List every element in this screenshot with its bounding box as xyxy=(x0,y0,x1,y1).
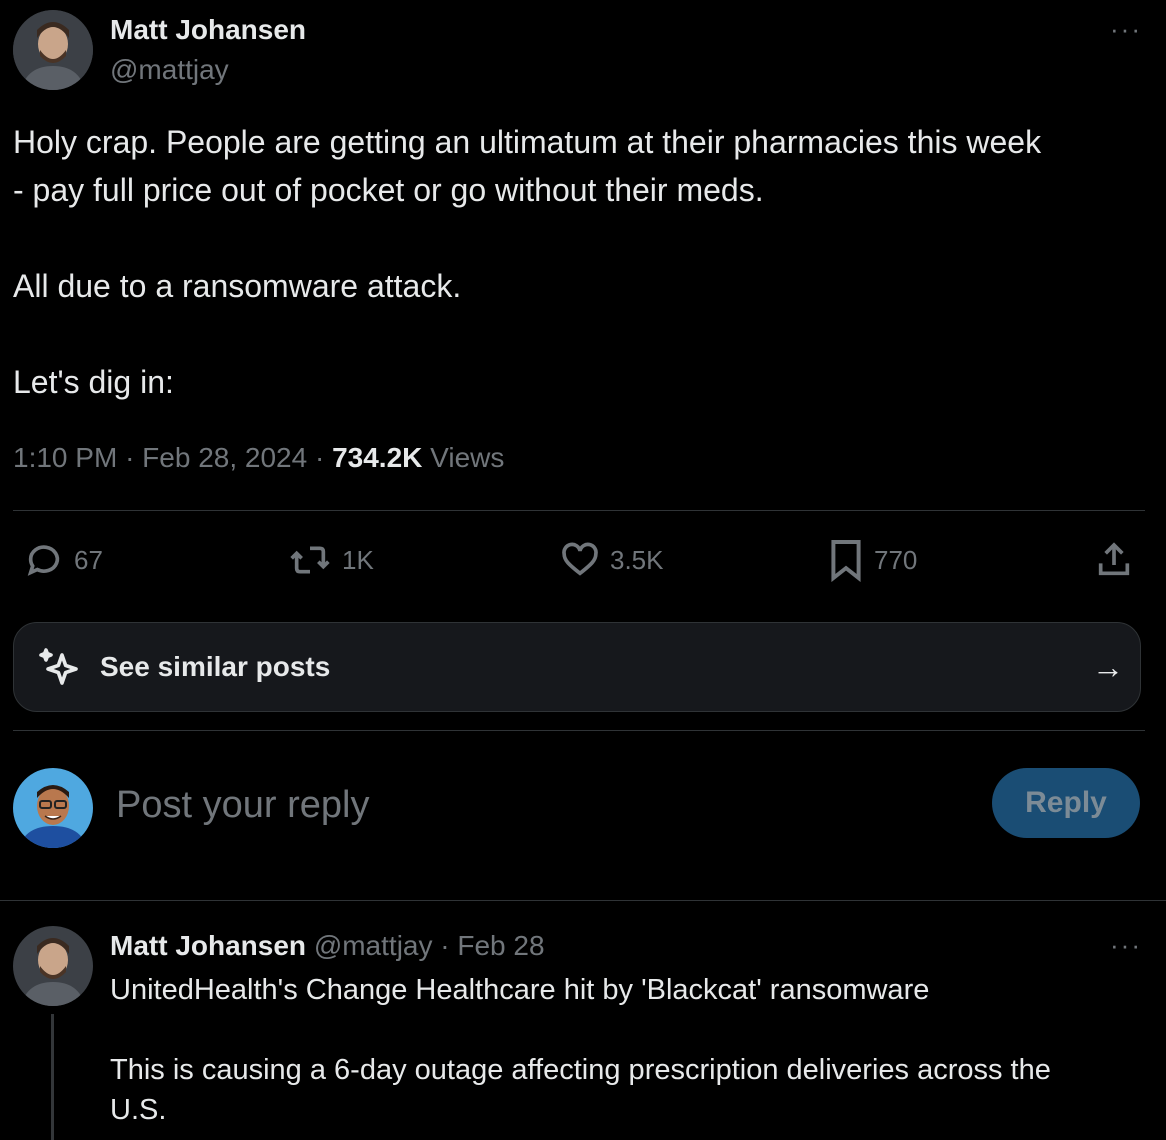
reply-count: 67 xyxy=(74,544,103,575)
author-handle[interactable]: @mattjay xyxy=(110,54,229,86)
sparkle-icon xyxy=(39,648,78,685)
reply-input[interactable] xyxy=(114,776,978,834)
reply-more-options-icon[interactable]: ··· xyxy=(1110,930,1142,961)
repost-count: 1K xyxy=(342,544,374,575)
divider xyxy=(0,900,1166,901)
views-label: Views xyxy=(430,442,505,473)
tweet-meta: 1:10 PM · Feb 28, 2024 · 734.2K Views xyxy=(13,442,504,474)
heart-icon xyxy=(562,542,598,576)
reply-button[interactable]: Reply xyxy=(992,768,1140,838)
reply-author-name[interactable]: Matt Johansen xyxy=(110,930,306,961)
divider xyxy=(13,510,1145,511)
arrow-right-icon: → xyxy=(1092,649,1124,685)
meta-separator: · xyxy=(314,442,325,473)
thread-line xyxy=(51,1014,54,1140)
reply-action[interactable]: 67 xyxy=(24,536,103,584)
divider xyxy=(13,730,1145,731)
repost-icon xyxy=(290,546,330,574)
tweet-time[interactable]: 1:10 PM xyxy=(13,442,117,473)
tweet-text: Holy crap. People are getting an ultimat… xyxy=(13,124,1042,400)
like-action[interactable]: 3.5K xyxy=(560,536,664,584)
views-count: 734.2K xyxy=(332,442,423,473)
author-avatar[interactable] xyxy=(13,10,93,90)
see-similar-posts-button[interactable]: See similar posts → xyxy=(13,622,1141,712)
reply-author-avatar[interactable] xyxy=(13,926,93,1006)
reply-author-handle[interactable]: @mattjay xyxy=(314,930,433,961)
bookmark-action[interactable]: 770 xyxy=(828,536,917,584)
bookmark-count: 770 xyxy=(874,544,918,575)
tweet-date[interactable]: Feb 28, 2024 xyxy=(142,442,307,473)
author-name[interactable]: Matt Johansen xyxy=(110,14,306,46)
reply-header: Matt Johansen @mattjay · Feb 28 xyxy=(110,930,545,962)
share-action[interactable] xyxy=(1094,536,1134,584)
like-count: 3.5K xyxy=(610,544,664,575)
reply-text: UnitedHealth's Change Healthcare hit by … xyxy=(110,974,1051,1126)
repost-action[interactable]: 1K xyxy=(288,536,374,584)
reply-date[interactable]: · Feb 28 xyxy=(440,930,544,961)
more-options-icon[interactable]: ··· xyxy=(1110,14,1142,45)
meta-separator: · xyxy=(125,442,135,473)
bookmark-icon xyxy=(831,540,861,582)
user-avatar[interactable] xyxy=(13,768,93,848)
comment-icon xyxy=(27,545,60,576)
share-icon xyxy=(1098,542,1130,576)
see-similar-label: See similar posts xyxy=(100,651,331,682)
